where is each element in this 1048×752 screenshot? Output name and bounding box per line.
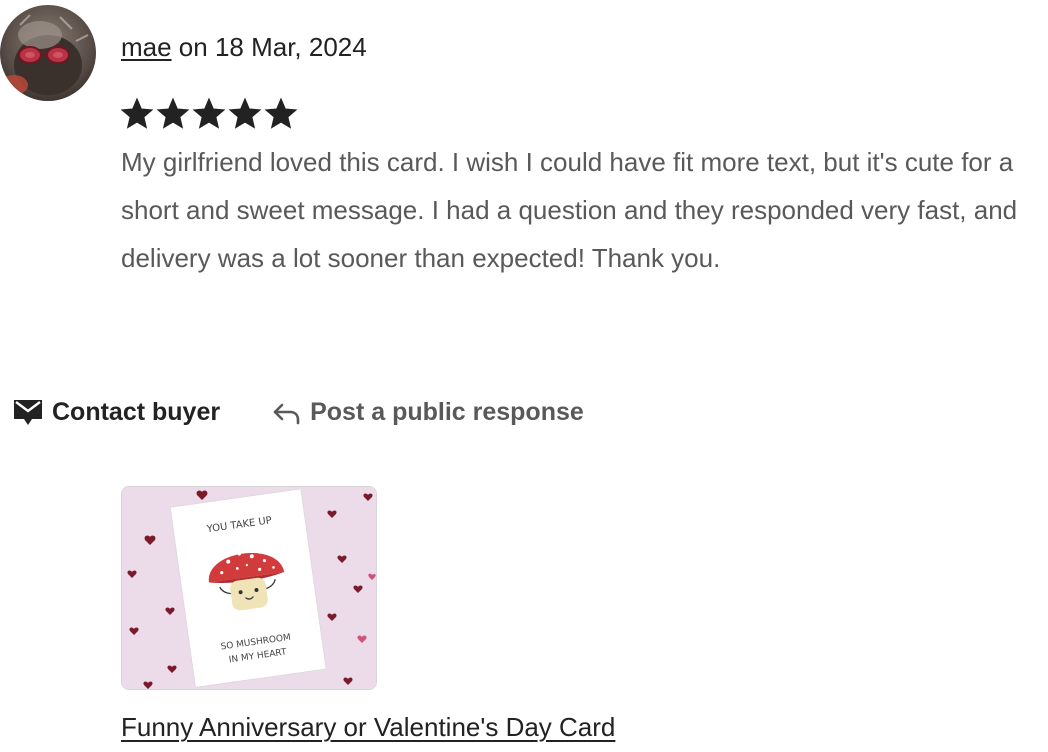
- greeting-card: YOU TAKE UP SO MUSHROOM IN MY HEART: [169, 488, 327, 688]
- review-actions: Contact buyer Post a public response: [12, 390, 584, 434]
- reviewer-avatar[interactable]: [0, 5, 96, 101]
- review-date: on 18 Mar, 2024: [171, 32, 367, 62]
- star-icon: [120, 97, 154, 129]
- reviewer-name-link[interactable]: mae: [121, 32, 172, 62]
- contact-buyer-label: Contact buyer: [52, 397, 221, 426]
- star-rating: [119, 96, 299, 132]
- post-public-response-button[interactable]: Post a public response: [270, 397, 584, 427]
- listing-image: YOU TAKE UP SO MUSHROOM IN MY HEART: [122, 487, 376, 689]
- star-icon: [156, 97, 190, 129]
- avatar-image: [0, 5, 96, 101]
- star-icon: [192, 97, 226, 129]
- post-public-response-label: Post a public response: [310, 397, 584, 426]
- review-byline: mae on 18 Mar, 2024: [121, 30, 367, 64]
- star-icon: [228, 97, 262, 129]
- contact-buyer-button[interactable]: Contact buyer: [12, 397, 220, 427]
- star-icon: [264, 97, 298, 129]
- review-text: My girlfriend loved this card. I wish I …: [121, 147, 1018, 273]
- listing-thumbnail[interactable]: YOU TAKE UP SO MUSHROOM IN MY HEART: [121, 486, 377, 690]
- listing-title-link[interactable]: Funny Anniversary or Valentine's Day Car…: [121, 710, 615, 744]
- reply-arrow-icon: [270, 397, 302, 427]
- envelope-icon: [12, 397, 44, 427]
- review-page: mae on 18 Mar, 2024 My girlfriend loved …: [0, 0, 1048, 752]
